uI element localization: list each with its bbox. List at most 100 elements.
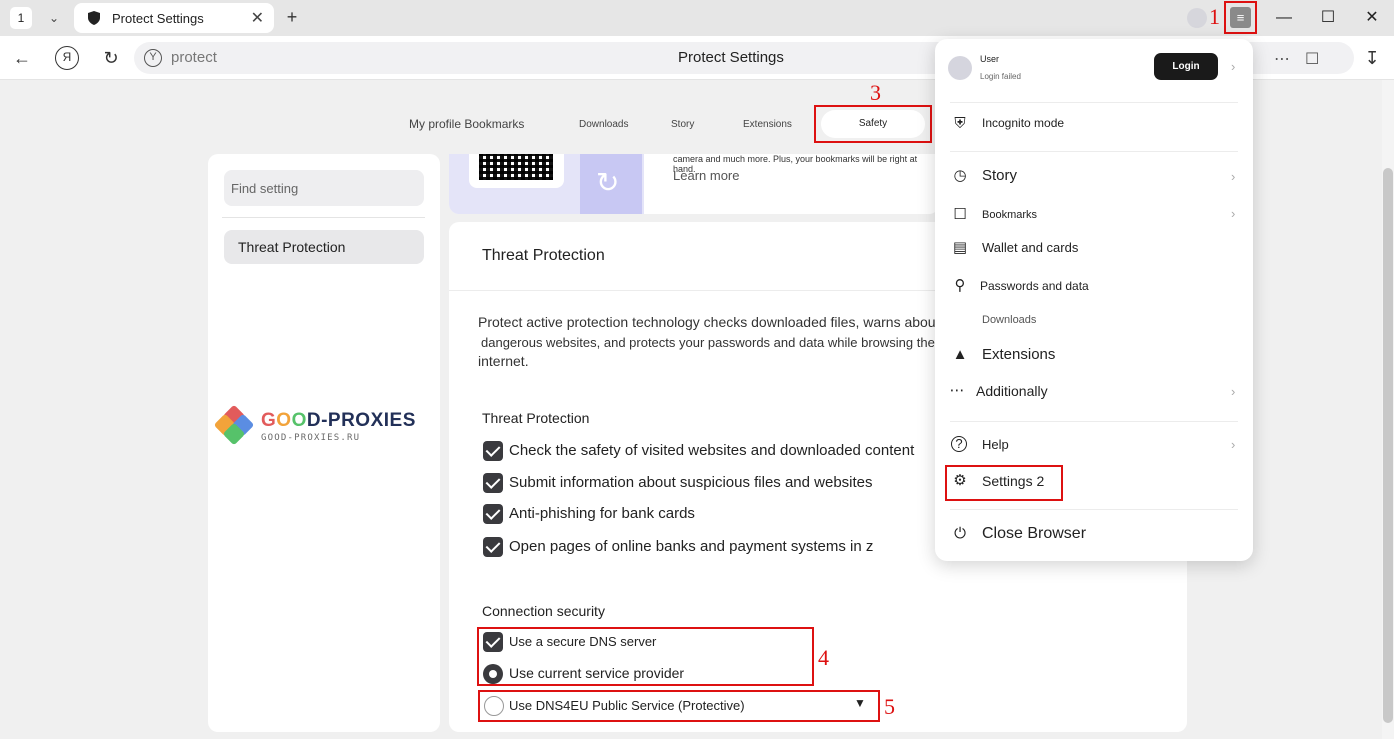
radio-selected[interactable] [483,664,503,684]
menu-divider [950,421,1238,422]
chevron-right-icon[interactable]: › [1231,206,1235,221]
menu-label: Story [982,167,1018,184]
nav-story[interactable]: Story [671,119,694,130]
tab-safety[interactable]: Safety [821,110,925,138]
menu-label: Wallet and cards [982,240,1079,255]
chevron-down-icon[interactable]: ▼ [854,696,866,710]
logo-rest: D-PROXIES [306,410,416,431]
chevron-down-icon[interactable]: ⌄ [44,8,64,28]
tab-strip: 1 ⌄ Protect Settings ✕ + 1 ≡ — ☐ ✕ [0,0,1394,36]
puzzle-icon: ▲ [952,346,968,363]
checkbox-checked[interactable] [483,504,503,524]
check-label: Check the safety of visited websites and… [509,442,915,459]
chevron-right-icon[interactable]: › [1231,437,1235,452]
annotation-5: 5 [884,694,895,719]
back-arrow-icon[interactable]: ← [10,46,34,70]
menu-label: Incognito mode [982,116,1065,130]
menu-divider [950,509,1238,510]
menu-label: Downloads [982,314,1037,326]
description-line-1: Protect active protection technology che… [478,314,940,330]
power-icon: ⏻ [954,525,966,542]
page-title: Protect Settings [678,49,784,66]
close-window-icon[interactable]: ✕ [1362,8,1382,28]
sidebar-divider [222,217,425,218]
logo-wordmark: GOOD-PROXIES [261,410,416,431]
bookmark-icon: ☐ [953,206,967,223]
annotation-3: 3 [870,80,881,105]
check-label: Submit information about suspicious file… [509,474,873,491]
description-line-2: dangerous websites, and protects your pa… [481,334,935,350]
menu-label: Help [982,437,1009,452]
safety-tab-highlight[interactable]: Safety [814,105,932,143]
checkbox-checked[interactable] [483,632,503,652]
wallet-icon: ▤ [952,239,968,256]
clock-icon: ◷ [953,167,967,184]
tab-title: Protect Settings [112,11,204,26]
logo-domain: GOOD-PROXIES.RU [261,433,361,443]
menu-label: Extensions [982,346,1056,363]
checkbox-checked[interactable] [483,473,503,493]
chevron-right-icon[interactable]: › [1231,384,1235,399]
check-label: Open pages of online banks and payment s… [509,538,874,555]
threat-heading: Threat Protection [482,410,590,426]
nav-extensions[interactable]: Extensions [743,119,792,130]
menu-login-status: Login failed [980,72,1021,81]
menu-divider [950,102,1238,103]
tab-protect-settings[interactable]: Protect Settings ✕ [74,3,274,33]
description-line-3: internet. [478,353,529,369]
nav-downloads[interactable]: Downloads [579,119,628,130]
close-tab-icon[interactable]: ✕ [251,8,264,28]
nav-my-profile-bookmarks[interactable]: My profile Bookmarks [409,117,524,131]
radio-unselected[interactable] [484,696,504,716]
dns-provider-select[interactable]: Use DNS4EU Public Service (Protective) ▼ [482,694,876,718]
promo-banner: ↻ camera and much more. Plus, your bookm… [449,154,939,214]
new-tab-button[interactable]: + [281,6,303,28]
user-avatar[interactable] [948,56,972,80]
incognito-icon: ⛨ [954,115,966,132]
menu-label: Bookmarks [982,209,1038,221]
logo-g: G [261,410,277,431]
more-dots-icon[interactable]: ⋯ [1274,49,1290,69]
shield-icon [88,11,100,25]
maximize-icon[interactable]: ☐ [1318,8,1338,28]
yandex-logo-icon[interactable]: Я [55,46,79,70]
find-setting-input[interactable]: Find setting [224,170,424,206]
learn-more-link[interactable]: Learn more [673,168,739,183]
check-label: Anti-phishing for bank cards [509,505,695,522]
login-button[interactable]: Login [1154,53,1218,80]
sync-panel: ↻ [580,154,642,214]
connection-heading: Connection security [482,603,605,619]
chevron-right-icon[interactable]: › [1231,169,1235,184]
good-proxies-watermark: GOOD-PROXIES GOOD-PROXIES.RU [213,404,431,447]
profile-avatar-icon[interactable] [1187,8,1207,28]
checkbox-checked[interactable] [483,537,503,557]
annotation-4: 4 [818,645,829,670]
hamburger-menu-icon[interactable]: ≡ [1230,7,1251,28]
promo-graphic: ↻ [449,154,644,214]
dns-provider-label: Use DNS4EU Public Service (Protective) [509,698,745,713]
section-title: Threat Protection [482,247,605,264]
chevron-right-icon[interactable]: › [1231,59,1235,74]
menu-label: Close Browser [982,525,1087,542]
qr-code [469,154,564,188]
menu-label: Passwords and data [980,279,1089,293]
tab-count-button[interactable]: 1 [10,7,32,29]
help-icon: ? [951,436,967,452]
description: Protect active protection technology che… [478,313,948,372]
settings-highlight-box [945,465,1063,501]
annotation-1: 1 [1209,4,1220,29]
bookmark-icon[interactable]: ☐ [1305,49,1319,69]
menu-label: Additionally [976,383,1048,399]
checkbox-checked[interactable] [483,441,503,461]
menu-user-name: User [980,54,1000,64]
download-icon[interactable]: ↧ [1360,46,1384,70]
sync-icon: ↻ [596,167,620,198]
current-provider-label: Use current service provider [509,665,685,681]
more-dots-icon: ⋯ [949,382,965,399]
minimize-icon[interactable]: — [1274,8,1294,28]
reload-icon[interactable]: ↻ [99,46,123,70]
scrollbar-thumb[interactable] [1383,168,1393,723]
address-text[interactable]: protect [171,49,217,66]
menu-button-highlight[interactable]: ≡ [1224,1,1257,34]
sidebar-item-threat-protection[interactable]: Threat Protection [224,230,424,264]
